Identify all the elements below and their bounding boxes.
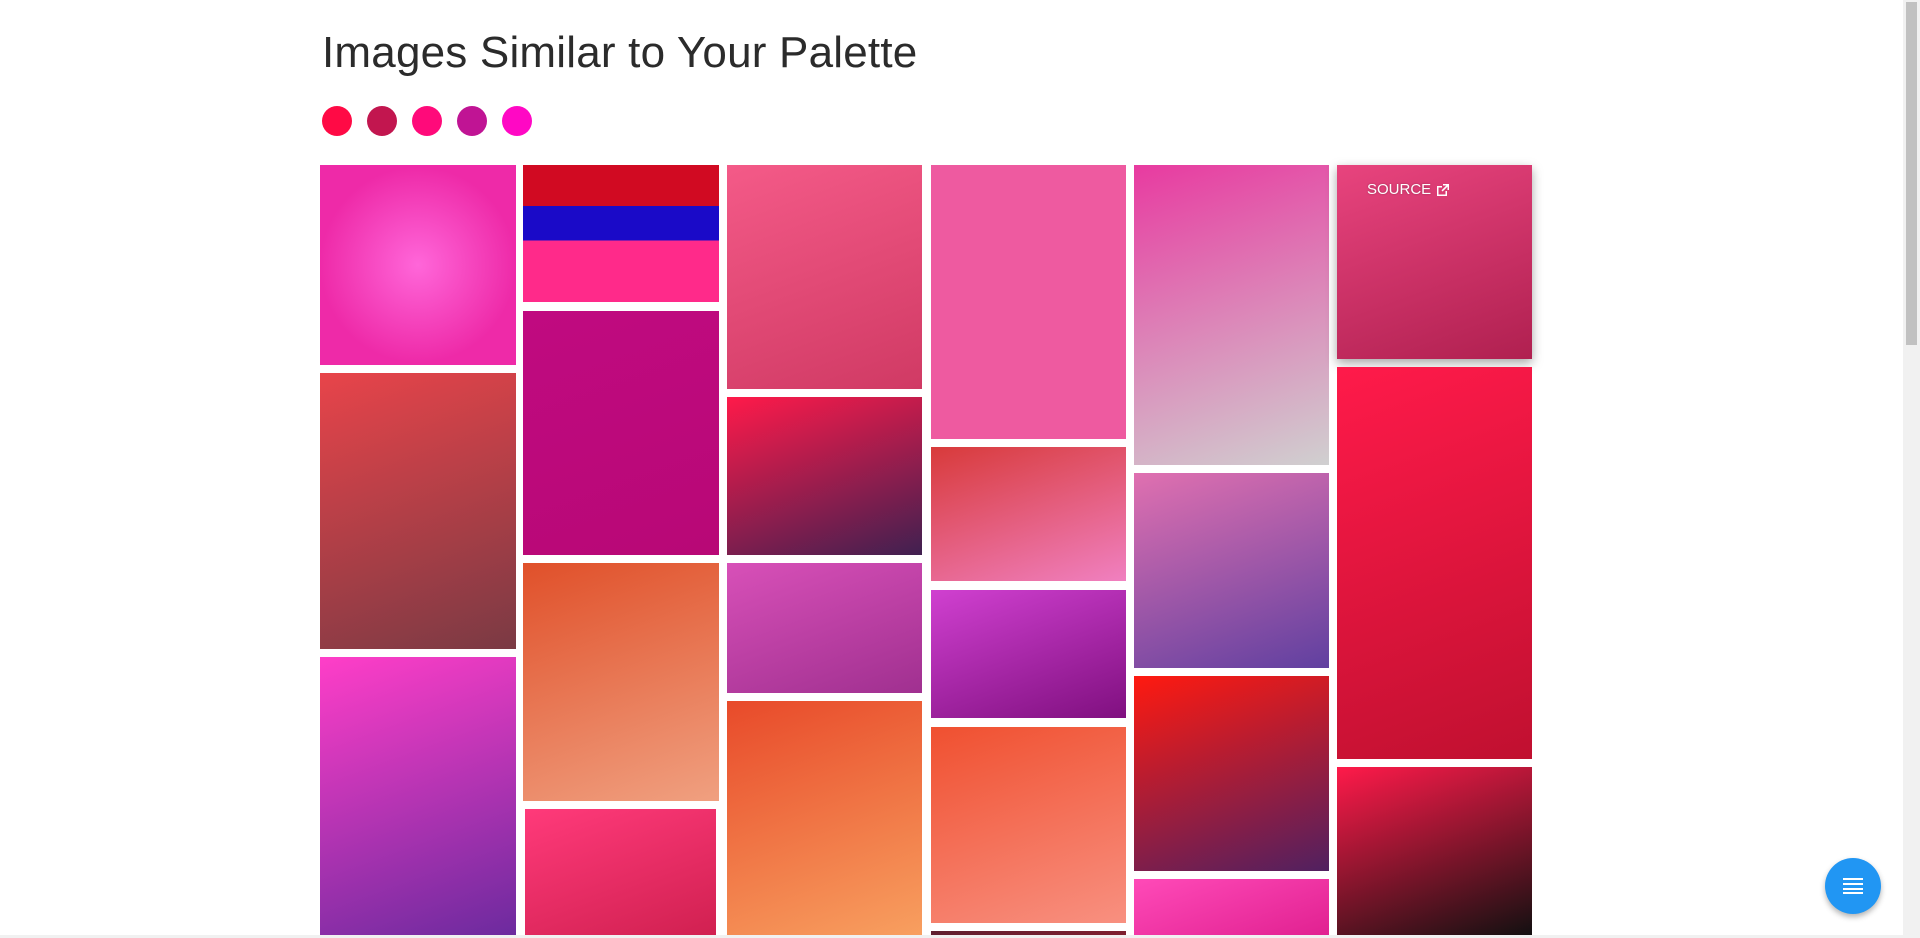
image-tile[interactable]: [931, 727, 1126, 923]
image-tile[interactable]: [727, 397, 922, 555]
palette-swatch[interactable]: [502, 106, 532, 136]
image-tile[interactable]: [523, 311, 719, 555]
palette-swatches: [322, 106, 532, 136]
vertical-scrollbar[interactable]: [1903, 0, 1920, 938]
image-tile[interactable]: [320, 165, 516, 365]
image-tile[interactable]: [525, 809, 716, 938]
image-tile[interactable]: [1337, 767, 1532, 938]
image-tile[interactable]: [320, 373, 516, 649]
image-tile[interactable]: [523, 563, 719, 801]
palette-swatch[interactable]: [412, 106, 442, 136]
menu-fab-button[interactable]: [1825, 858, 1881, 914]
image-tile[interactable]: [931, 590, 1126, 718]
page-title: Images Similar to Your Palette: [322, 28, 918, 77]
image-tile[interactable]: [727, 701, 922, 938]
image-tile[interactable]: [931, 165, 1126, 439]
image-tile[interactable]: [1337, 367, 1532, 759]
image-tile[interactable]: [931, 447, 1126, 581]
menu-icon: [1843, 878, 1863, 894]
image-tile[interactable]: [320, 657, 516, 938]
image-tile[interactable]: [1134, 473, 1329, 668]
image-tile[interactable]: [1134, 676, 1329, 871]
palette-swatch[interactable]: [457, 106, 487, 136]
external-link-icon: [1437, 183, 1450, 196]
source-link[interactable]: SOURCE: [1367, 181, 1450, 198]
palette-swatch[interactable]: [367, 106, 397, 136]
image-tile[interactable]: SOURCE: [1337, 165, 1532, 359]
image-tile[interactable]: [727, 563, 922, 693]
image-tile[interactable]: [1134, 165, 1329, 465]
palette-swatch[interactable]: [322, 106, 352, 136]
source-label: SOURCE: [1367, 181, 1432, 198]
image-tile[interactable]: [1134, 879, 1329, 938]
image-tile[interactable]: [523, 165, 719, 302]
scrollbar-thumb[interactable]: [1906, 2, 1917, 345]
image-tile[interactable]: [727, 165, 922, 389]
